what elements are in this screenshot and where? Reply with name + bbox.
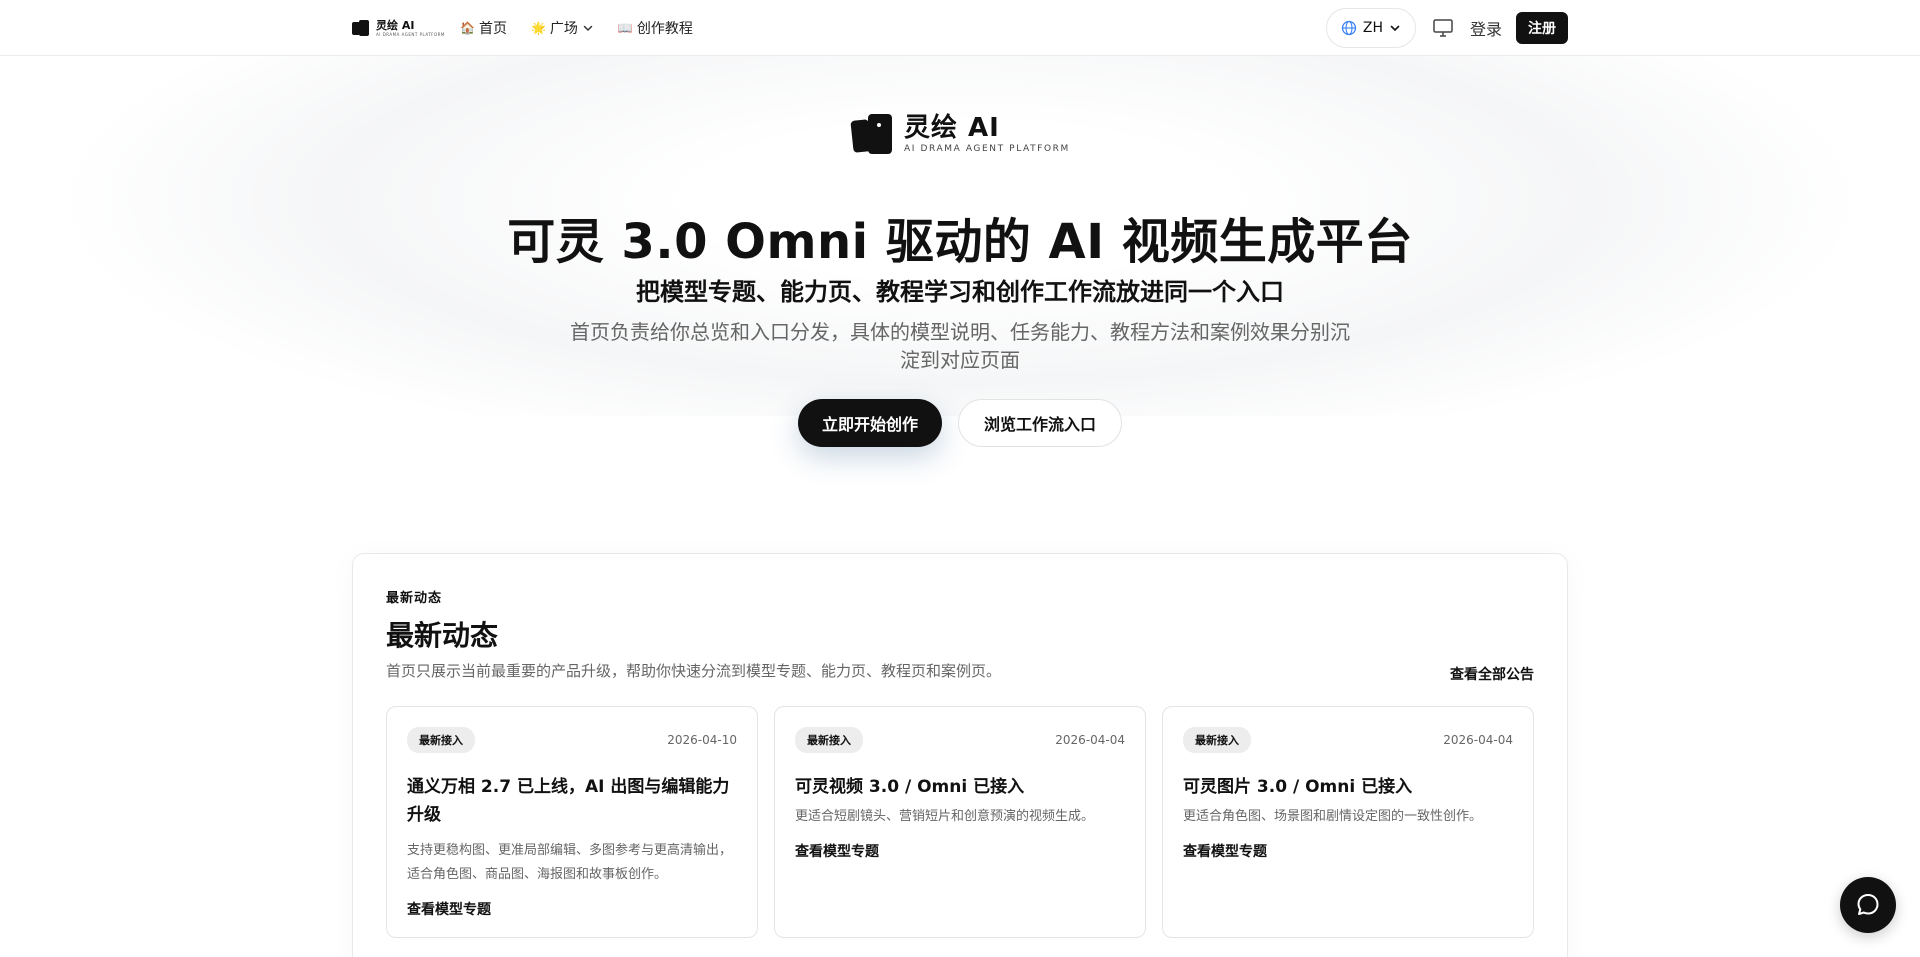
- news-section: 最新动态 最新动态 首页只展示当前最重要的产品升级，帮助你快速分流到模型专题、能…: [352, 553, 1568, 957]
- language-code: ZH: [1362, 20, 1383, 36]
- brand-logo[interactable]: 灵绘 AI AI DRAMA AGENT PLATFORM: [352, 19, 450, 37]
- brand-mark-icon: [352, 19, 370, 37]
- news-card[interactable]: 最新接入 2026-04-04 可灵视频 3.0 / Omni 已接入 更适合短…: [774, 706, 1146, 938]
- news-title: 最新动态: [386, 619, 499, 652]
- chat-bubble-icon: [1857, 894, 1879, 915]
- brand-subtitle: AI DRAMA AGENT PLATFORM: [376, 31, 445, 37]
- chevron-down-icon: [1390, 25, 1400, 32]
- globe-icon: [1341, 20, 1357, 36]
- news-badge: 最新接入: [407, 727, 475, 753]
- news-card-title: 可灵图片 3.0 / Omni 已接入: [1183, 777, 1413, 797]
- news-date: 2026-04-04: [1055, 733, 1125, 747]
- brand-name: 灵绘 AI: [376, 18, 415, 32]
- news-date: 2026-04-04: [1443, 733, 1513, 747]
- news-card[interactable]: 最新接入 2026-04-10 通义万相 2.7 已上线，AI 出图与编辑能力升…: [386, 706, 758, 938]
- page-subtitle: 把模型专题、能力页、教程学习和创作工作流放进同一个入口: [636, 278, 1284, 306]
- display-mode-button[interactable]: [1430, 18, 1456, 38]
- nav-tutorial-label: 创作教程: [636, 21, 693, 37]
- news-card-title: 通义万相 2.7 已上线，AI 出图与编辑能力升级: [407, 777, 730, 825]
- news-description: 首页只展示当前最重要的产品升级，帮助你快速分流到模型专题、能力页、教程页和案例页…: [386, 662, 1002, 680]
- monitor-icon: [1433, 19, 1453, 37]
- news-card-description: 更适合短剧镜头、营销短片和创意预演的视频生成。: [795, 809, 1095, 824]
- news-badge: 最新接入: [1183, 727, 1251, 753]
- start-creating-button[interactable]: 立即开始创作: [797, 399, 942, 447]
- news-card[interactable]: 最新接入 2026-04-04 可灵图片 3.0 / Omni 已接入 更适合角…: [1162, 706, 1534, 938]
- browse-workflow-button[interactable]: 浏览工作流入口: [958, 399, 1123, 447]
- page-title: 可灵 3.0 Omni 驱动的 AI 视频生成平台: [507, 214, 1413, 270]
- news-card-description: 支持更稳构图、更准局部编辑、多图参考与更高清输出，适合角色图、商品图、海报图和故…: [407, 843, 733, 882]
- house-icon: 🏠: [460, 21, 475, 35]
- main-nav: 🏠 首页 🌟 广场 📖 创作教程: [460, 18, 693, 38]
- hero-actions: 立即开始创作 浏览工作流入口: [0, 399, 1920, 447]
- hero-logo-mark-icon: [850, 114, 894, 154]
- nav-home[interactable]: 🏠 首页: [460, 18, 507, 38]
- news-cards: 最新接入 2026-04-10 通义万相 2.7 已上线，AI 出图与编辑能力升…: [386, 706, 1534, 938]
- nav-plaza-label: 广场: [549, 21, 578, 37]
- news-date: 2026-04-10: [667, 733, 737, 747]
- news-badge: 最新接入: [795, 727, 863, 753]
- view-model-topic-link[interactable]: 查看模型专题: [795, 841, 1125, 861]
- hero-logo: 灵绘 AI AI DRAMA AGENT PLATFORM: [850, 112, 1070, 154]
- news-card-title: 可灵视频 3.0 / Omni 已接入: [795, 777, 1025, 797]
- top-navbar: 灵绘 AI AI DRAMA AGENT PLATFORM 🏠 首页 🌟 广场 …: [0, 0, 1920, 56]
- hero-logo-name: 灵绘 AI: [904, 112, 1000, 143]
- star-icon: 🌟: [530, 21, 546, 35]
- nav-tutorial[interactable]: 📖 创作教程: [618, 18, 693, 38]
- language-switcher[interactable]: ZH: [1325, 8, 1416, 48]
- login-link[interactable]: 登录: [1470, 16, 1502, 40]
- book-icon: 📖: [617, 21, 633, 35]
- nav-plaza[interactable]: 🌟 广场: [531, 18, 594, 38]
- hero-logo-subtitle: AI DRAMA AGENT PLATFORM: [904, 143, 1070, 154]
- chat-button[interactable]: [1840, 877, 1896, 933]
- view-all-announcements-link[interactable]: 查看全部公告: [1450, 664, 1534, 684]
- nav-home-label: 首页: [478, 21, 507, 37]
- register-button[interactable]: 注册: [1516, 12, 1568, 44]
- news-card-description: 更适合角色图、场景图和剧情设定图的一致性创作。: [1183, 809, 1483, 824]
- view-model-topic-link[interactable]: 查看模型专题: [407, 899, 737, 919]
- news-kicker: 最新动态: [386, 591, 443, 606]
- view-model-topic-link[interactable]: 查看模型专题: [1183, 841, 1513, 861]
- chevron-down-icon: [583, 25, 593, 32]
- hero-description: 首页负责给你总览和入口分发，具体的模型说明、任务能力、教程方法和案例效果分别沉淀…: [570, 320, 1350, 372]
